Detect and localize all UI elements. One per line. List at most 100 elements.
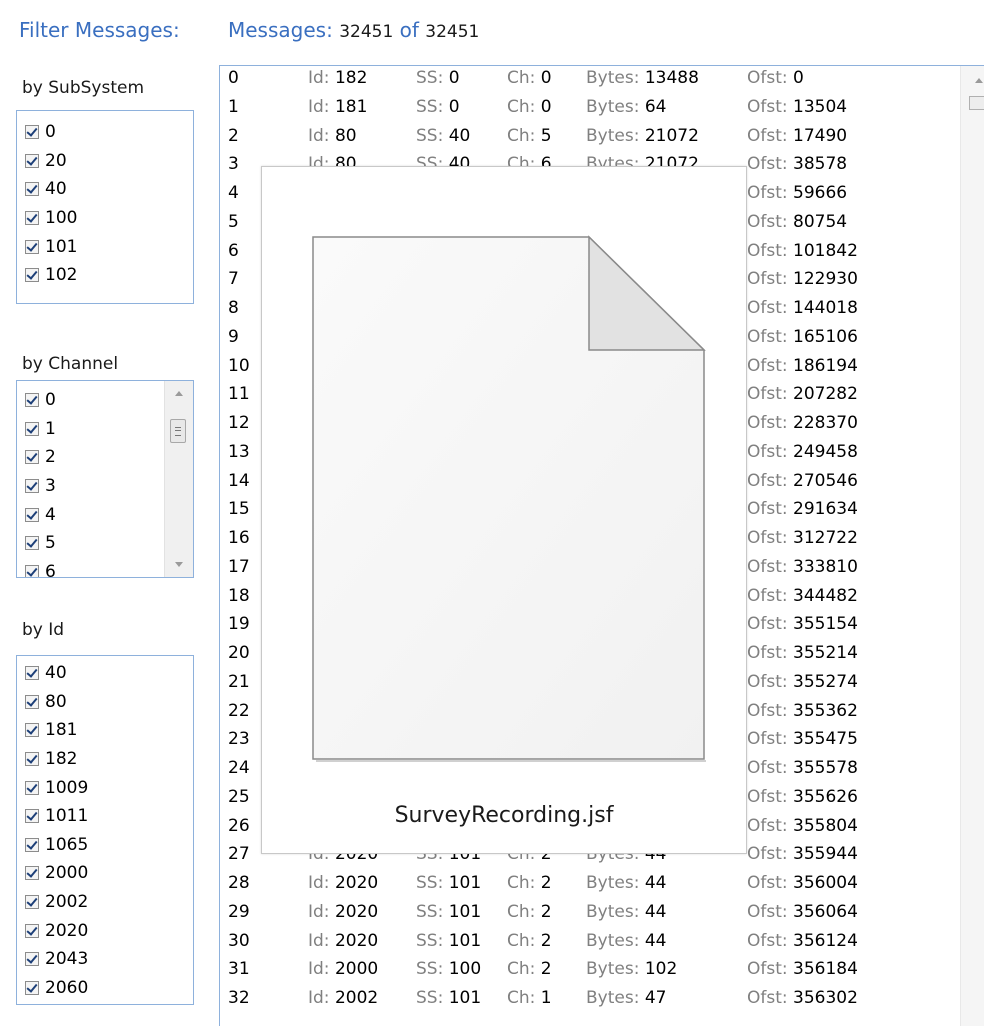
message-list-scrollbar[interactable] <box>960 66 984 1026</box>
ofst-label: Ofst: <box>747 154 788 175</box>
checkmark-icon[interactable] <box>25 268 39 283</box>
id-value: 2000 <box>334 959 379 980</box>
id-checkbox-2020[interactable]: 2020 <box>17 916 193 945</box>
message-ofst: Ofst: 249458 <box>747 442 858 462</box>
checkmark-icon[interactable] <box>25 125 39 140</box>
checkbox-label: 0 <box>45 122 56 143</box>
message-ch: Ch: 2 <box>507 931 552 951</box>
checkmark-icon[interactable] <box>25 393 39 408</box>
message-index: 15 <box>228 499 250 520</box>
scroll-up-icon[interactable] <box>975 78 983 83</box>
checkmark-icon[interactable] <box>25 866 39 881</box>
id-checkbox-181[interactable]: 181 <box>17 716 193 745</box>
checkmark-icon[interactable] <box>25 450 39 465</box>
message-ch: Ch: 2 <box>507 902 552 922</box>
checkbox-label: 1 <box>45 418 56 439</box>
id-value: 2020 <box>334 873 379 893</box>
ofst-value: 291634 <box>793 499 858 520</box>
checkmark-icon[interactable] <box>25 780 39 795</box>
subsystem-checkbox-40[interactable]: 40 <box>17 175 193 204</box>
id-checkbox-2060[interactable]: 2060 <box>17 974 193 1003</box>
ofst-label: Ofst: <box>747 355 788 376</box>
checkmark-icon[interactable] <box>25 153 39 168</box>
checkbox-label: 6 <box>45 561 56 578</box>
subsystem-checkbox-102[interactable]: 102 <box>17 261 193 290</box>
checkmark-icon[interactable] <box>25 211 39 226</box>
subsystem-checkbox-100[interactable]: 100 <box>17 204 193 233</box>
id-checkbox-1011[interactable]: 1011 <box>17 802 193 831</box>
checkmark-icon[interactable] <box>25 421 39 436</box>
message-index: 4 <box>228 183 239 203</box>
id-checkbox-1065[interactable]: 1065 <box>17 831 193 860</box>
checkmark-icon[interactable] <box>25 923 39 938</box>
checkmark-icon[interactable] <box>25 182 39 197</box>
checkmark-icon[interactable] <box>25 239 39 254</box>
id-checkbox-40[interactable]: 40 <box>17 659 193 688</box>
message-index: 11 <box>228 384 250 405</box>
checkmark-icon[interactable] <box>25 895 39 910</box>
ofst-label: Ofst: <box>747 643 788 663</box>
subsystem-checkbox-101[interactable]: 101 <box>17 232 193 261</box>
checkmark-icon[interactable] <box>25 980 39 995</box>
ss-label: SS: <box>416 959 444 980</box>
checkmark-icon[interactable] <box>25 952 39 967</box>
scroll-thumb[interactable] <box>170 419 186 443</box>
ch-label: Ch: <box>507 959 536 980</box>
id-checkbox-182[interactable]: 182 <box>17 745 193 774</box>
id-filter-list[interactable]: 40 80 181 182 1009 1011 1065 2000 2002 2020 2043 20… <box>16 655 194 1005</box>
ofst-label: Ofst: <box>747 240 788 261</box>
id-checkbox-2002[interactable]: 2002 <box>17 888 193 917</box>
checkbox-label: 1009 <box>45 777 89 798</box>
checkmark-icon[interactable] <box>25 723 39 738</box>
message-index: 18 <box>228 585 250 606</box>
message-index: 20 <box>228 643 250 663</box>
scroll-up-icon[interactable] <box>175 391 183 396</box>
message-index: 2 <box>228 125 239 146</box>
ofst-label: Ofst: <box>747 700 788 721</box>
bytes-label: Bytes: <box>586 96 640 117</box>
checkmark-icon[interactable] <box>25 666 39 681</box>
message-ss: SS: 101 <box>416 988 481 1008</box>
ss-value: 101 <box>448 930 482 951</box>
id-checkbox-80[interactable]: 80 <box>17 688 193 717</box>
channel-filter-list[interactable]: 0 1 2 3 4 5 6 <box>16 380 194 578</box>
message-ofst: Ofst: 355578 <box>747 758 858 778</box>
message-ch: Ch: 0 <box>507 68 552 88</box>
ch-value: 0 <box>540 96 552 117</box>
message-ss: SS: 101 <box>416 902 481 922</box>
ofst-label: Ofst: <box>747 96 788 117</box>
id-checkbox-2043[interactable]: 2043 <box>17 945 193 974</box>
ch-label: Ch: <box>507 873 536 893</box>
subsystem-filter-list[interactable]: 0 20 40 100 101 102 <box>16 110 194 304</box>
checkmark-icon[interactable] <box>25 694 39 709</box>
checkmark-icon[interactable] <box>25 507 39 522</box>
document-icon <box>312 235 706 762</box>
message-ofst: Ofst: 355626 <box>747 787 858 807</box>
message-index: 29 <box>228 901 250 922</box>
message-id: Id: 181 <box>308 97 367 117</box>
checkmark-icon[interactable] <box>25 809 39 824</box>
checkmark-icon[interactable] <box>25 837 39 852</box>
message-index: 14 <box>228 470 250 491</box>
channel-scrollbar[interactable] <box>164 381 193 577</box>
checkmark-icon[interactable] <box>25 564 39 577</box>
message-ofst: Ofst: 291634 <box>747 499 858 519</box>
bytes-value: 64 <box>644 96 667 117</box>
subsystem-checkbox-20[interactable]: 20 <box>17 147 193 176</box>
bytes-label: Bytes: <box>586 988 640 1008</box>
ss-value: 100 <box>448 959 482 980</box>
subsystem-checkbox-0[interactable]: 0 <box>17 118 193 147</box>
message-ch: Ch: 0 <box>507 97 552 117</box>
checkmark-icon[interactable] <box>25 752 39 767</box>
message-ch: Ch: 1 <box>507 988 552 1008</box>
scroll-thumb[interactable] <box>969 96 984 110</box>
ss-value: 101 <box>448 901 482 922</box>
ofst-label: Ofst: <box>747 959 788 980</box>
id-checkbox-2000[interactable]: 2000 <box>17 859 193 888</box>
checkmark-icon[interactable] <box>25 536 39 551</box>
checkbox-label: 2 <box>45 447 56 468</box>
id-checkbox-1009[interactable]: 1009 <box>17 773 193 802</box>
message-index: 6 <box>228 240 239 261</box>
scroll-down-icon[interactable] <box>175 562 183 567</box>
checkmark-icon[interactable] <box>25 479 39 494</box>
